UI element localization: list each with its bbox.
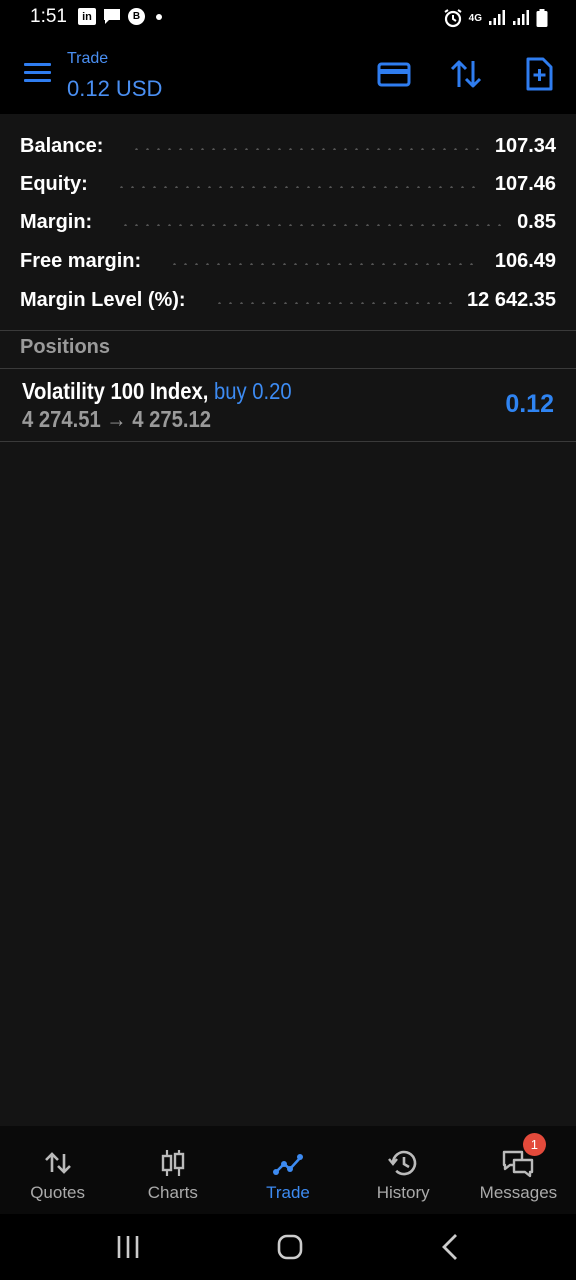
positions-header: Positions xyxy=(20,336,111,358)
nav-label: Messages xyxy=(479,1183,558,1202)
divider xyxy=(0,368,576,369)
quotes-icon xyxy=(44,1152,71,1174)
nav-trade[interactable]: Trade xyxy=(230,1126,345,1214)
balance-value: 107.34 xyxy=(494,134,556,157)
bottom-navigation: Quotes Charts Trade History 1 Messages xyxy=(0,1126,576,1214)
b-app-icon: B xyxy=(128,8,145,25)
nav-label: Quotes xyxy=(30,1183,85,1202)
signal-icon xyxy=(489,10,505,25)
account-summary: Balance: 107.34 Equity: 107.46 Margin: 0… xyxy=(0,114,576,330)
balance-label: Balance: xyxy=(20,134,104,157)
card-icon[interactable] xyxy=(376,56,412,92)
dot-leader xyxy=(169,263,481,265)
margin-level-label: Margin Level (%): xyxy=(20,288,186,311)
menu-button[interactable] xyxy=(24,63,52,87)
free-margin-value: 106.49 xyxy=(494,249,556,272)
position-profit: 0.12 xyxy=(505,390,554,418)
dot-leader xyxy=(131,148,481,150)
nav-charts[interactable]: Charts xyxy=(115,1126,230,1214)
sort-icon[interactable] xyxy=(448,56,484,92)
dot-leader xyxy=(115,186,481,188)
dot-leader xyxy=(213,302,454,304)
system-icons: 4G xyxy=(443,8,548,28)
page-title: Trade xyxy=(67,50,109,67)
nav-label: Trade xyxy=(266,1183,310,1202)
symbol-name: Volatility 100 Index, xyxy=(22,378,209,404)
profit-summary: 0.12 USD xyxy=(67,76,163,101)
signal-icon xyxy=(513,10,529,25)
4g-icon: 4G xyxy=(468,12,482,24)
unread-badge: 1 xyxy=(522,1133,546,1156)
margin-label: Margin: xyxy=(20,210,93,233)
charts-icon xyxy=(161,1150,184,1176)
equity-row: Equity: 107.46 xyxy=(20,165,556,203)
history-icon xyxy=(388,1150,417,1176)
top-app-bar: Trade 0.12 USD xyxy=(0,36,576,114)
status-time: 1:51 xyxy=(30,6,67,27)
balance-row: Balance: 107.34 xyxy=(20,127,556,165)
notification-icons: in B xyxy=(78,8,162,25)
equity-value: 107.46 xyxy=(494,172,556,195)
status-bar: 1:51 in B 4G xyxy=(0,0,576,36)
linkedin-icon: in xyxy=(78,8,96,25)
back-icon[interactable] xyxy=(430,1232,470,1262)
nav-label: History xyxy=(376,1183,430,1202)
equity-label: Equity: xyxy=(20,172,88,195)
dot-icon xyxy=(156,13,162,20)
position-symbol: Volatility 100 Index, buy 0.20 xyxy=(22,378,292,405)
recent-apps-icon[interactable] xyxy=(108,1232,148,1262)
divider xyxy=(0,441,576,442)
system-navigation-bar xyxy=(0,1214,576,1280)
nav-label: Charts xyxy=(147,1183,198,1202)
nav-messages[interactable]: 1 Messages xyxy=(461,1126,576,1214)
margin-level-value: 12 642.35 xyxy=(467,288,556,311)
position-prices: 4 274.51 → 4 275.12 xyxy=(22,406,212,432)
free-margin-row: Free margin: 106.49 xyxy=(20,242,556,280)
divider xyxy=(0,330,576,331)
position-row[interactable]: Volatility 100 Index, buy 0.20 4 274.51 … xyxy=(0,370,576,442)
new-order-icon[interactable] xyxy=(521,56,557,92)
trade-icon xyxy=(273,1154,303,1175)
alarm-icon xyxy=(444,9,462,28)
dot-leader xyxy=(120,224,504,226)
margin-value: 0.85 xyxy=(517,210,556,233)
nav-history[interactable]: History xyxy=(346,1126,461,1214)
margin-level-row: Margin Level (%): 12 642.35 xyxy=(20,281,556,319)
chat-icon xyxy=(104,9,120,24)
margin-row: Margin: 0.85 xyxy=(20,203,556,241)
home-icon[interactable] xyxy=(270,1232,310,1262)
battery-icon xyxy=(536,9,548,27)
position-side: buy 0.20 xyxy=(213,378,292,404)
free-margin-label: Free margin: xyxy=(20,249,142,272)
nav-quotes[interactable]: Quotes xyxy=(0,1126,115,1214)
